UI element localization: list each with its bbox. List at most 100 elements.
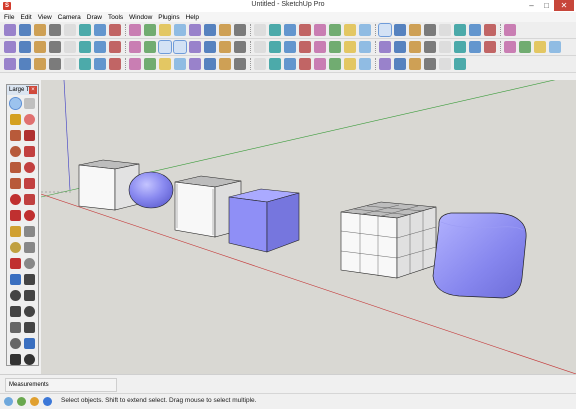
scene-icon[interactable]	[269, 24, 281, 36]
sparkle-icon[interactable]	[219, 58, 231, 70]
toolbar-grip[interactable]	[250, 24, 253, 36]
menu-draw[interactable]: Draw	[87, 14, 102, 21]
subdivided-cube[interactable]	[340, 201, 437, 279]
cube-hidden-icon[interactable]	[49, 24, 61, 36]
menu-tools[interactable]: Tools	[108, 14, 123, 21]
paint-bucket-icon[interactable]	[204, 41, 216, 53]
3dtext-icon[interactable]	[484, 41, 496, 53]
rounded-purple-cube[interactable]	[432, 212, 527, 299]
curve-icon[interactable]	[109, 58, 121, 70]
smoove-icon[interactable]	[299, 58, 311, 70]
components-icon[interactable]	[129, 41, 141, 53]
rotate-icon[interactable]	[24, 194, 35, 205]
move-view-icon[interactable]	[24, 354, 35, 365]
purple-sphere[interactable]	[128, 171, 174, 209]
section-icon[interactable]	[234, 24, 246, 36]
dimension-icon[interactable]	[24, 226, 35, 237]
split-icon[interactable]	[359, 58, 371, 70]
help-icon[interactable]	[43, 397, 52, 406]
user-icon[interactable]	[329, 24, 341, 36]
zoom-window-icon[interactable]	[49, 41, 61, 53]
line-icon[interactable]	[24, 130, 35, 141]
wave-icon[interactable]	[424, 58, 436, 70]
panel-title-bar[interactable]: Large T... ×	[7, 85, 38, 95]
cross-icon[interactable]	[189, 41, 201, 53]
menu-view[interactable]: View	[38, 14, 52, 21]
explode-icon[interactable]	[234, 41, 246, 53]
polygon-icon[interactable]	[10, 162, 21, 173]
axes-icon[interactable]	[10, 258, 21, 269]
sandbox-icon[interactable]	[299, 24, 311, 36]
scale-icon[interactable]	[409, 41, 421, 53]
purple-cube[interactable]	[228, 188, 300, 253]
axes-icon[interactable]	[469, 41, 481, 53]
door-icon[interactable]	[424, 24, 436, 36]
toolbar-grip[interactable]	[250, 41, 253, 53]
menu-plugins[interactable]: Plugins	[158, 14, 179, 21]
paint-icon[interactable]	[10, 114, 21, 125]
chain-icon[interactable]	[159, 58, 171, 70]
3dtext-icon[interactable]	[24, 258, 35, 269]
position-camera-icon[interactable]	[10, 322, 21, 333]
outliner-icon[interactable]	[549, 41, 561, 53]
cube-xray-icon[interactable]	[109, 24, 121, 36]
walk-icon[interactable]	[504, 41, 516, 53]
toolbar-grip[interactable]	[500, 24, 503, 36]
toolbar-grip[interactable]	[250, 58, 253, 70]
cube-icon[interactable]	[4, 24, 16, 36]
mirror-icon[interactable]	[344, 58, 356, 70]
box-icon[interactable]	[359, 24, 371, 36]
rotate-icon[interactable]	[394, 41, 406, 53]
menu-window[interactable]: Window	[129, 14, 152, 21]
scene-canvas[interactable]	[41, 80, 576, 374]
materials-icon[interactable]	[144, 41, 156, 53]
zoom-window-icon[interactable]	[24, 290, 35, 301]
rect-icon[interactable]	[10, 130, 21, 141]
flip-icon[interactable]	[329, 58, 341, 70]
scale-icon[interactable]	[10, 210, 21, 221]
menu-file[interactable]: File	[4, 14, 14, 21]
follow-me-icon[interactable]	[24, 178, 35, 189]
tape-icon[interactable]	[424, 41, 436, 53]
menu-help[interactable]: Help	[186, 14, 199, 21]
circle-tool-icon[interactable]	[34, 58, 46, 70]
user-icon[interactable]	[30, 397, 39, 406]
puzzle-icon[interactable]	[469, 24, 481, 36]
push-icon[interactable]	[344, 41, 356, 53]
settings-icon[interactable]	[314, 24, 326, 36]
toolbar-grip[interactable]	[375, 24, 378, 36]
text-icon[interactable]	[454, 41, 466, 53]
cube-mono-icon[interactable]	[94, 24, 106, 36]
cube-texture-icon[interactable]	[79, 24, 91, 36]
info-icon[interactable]	[484, 24, 496, 36]
toolbar-grip[interactable]	[500, 41, 503, 53]
cube-edge-icon[interactable]	[34, 24, 46, 36]
follow-icon[interactable]	[189, 24, 201, 36]
maximize-button[interactable]: □	[539, 0, 554, 11]
close-button[interactable]: ✕	[554, 0, 574, 11]
shape-icon[interactable]	[94, 58, 106, 70]
zoom-icon[interactable]	[34, 41, 46, 53]
group-icon[interactable]	[219, 41, 231, 53]
arc-icon[interactable]	[314, 41, 326, 53]
next-view-icon[interactable]	[94, 41, 106, 53]
panel-close-button[interactable]: ×	[29, 86, 37, 94]
lock-icon[interactable]	[173, 40, 187, 54]
house2-icon[interactable]	[409, 24, 421, 36]
menu-camera[interactable]: Camera	[58, 14, 81, 21]
layer-icon[interactable]	[144, 24, 156, 36]
credits-icon[interactable]	[17, 397, 26, 406]
cube-shaded-icon[interactable]	[64, 24, 76, 36]
fog-icon[interactable]	[254, 24, 266, 36]
floor-icon[interactable]	[439, 24, 451, 36]
circle-icon[interactable]	[10, 146, 21, 157]
eraser-icon[interactable]	[329, 41, 341, 53]
section-plane-icon[interactable]	[24, 338, 35, 349]
menu-edit[interactable]: Edit	[20, 14, 31, 21]
panel-icon[interactable]	[504, 24, 516, 36]
knife-icon[interactable]	[454, 58, 466, 70]
rect-icon[interactable]	[269, 41, 281, 53]
prev-icon[interactable]	[24, 306, 35, 317]
join-icon[interactable]	[394, 58, 406, 70]
book-icon[interactable]	[454, 24, 466, 36]
